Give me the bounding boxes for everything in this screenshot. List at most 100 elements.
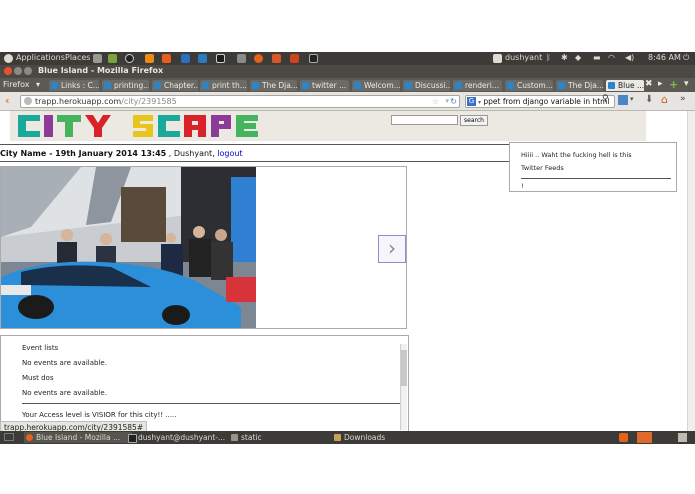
event-lists-title: Event lists xyxy=(22,344,59,352)
show-desktop-icon[interactable] xyxy=(4,433,14,441)
terminal-icon[interactable] xyxy=(309,54,318,63)
vlc-icon[interactable] xyxy=(145,54,154,63)
site-search-button[interactable]: search xyxy=(460,115,488,126)
events-scrollbar[interactable] xyxy=(400,344,407,430)
site-search-input[interactable] xyxy=(391,115,458,125)
firefox-launcher-icon[interactable] xyxy=(254,54,263,63)
reload-icon[interactable]: ↻ xyxy=(450,96,457,107)
tab-favicon-icon xyxy=(202,82,209,89)
city-scape-logo[interactable] xyxy=(10,111,280,141)
tab[interactable]: Chapter... xyxy=(152,80,198,91)
tab-favicon-icon xyxy=(405,82,412,89)
ubuntu-logo-icon[interactable] xyxy=(4,54,13,63)
folder-icon xyxy=(231,434,238,441)
tab-label: Links : C... xyxy=(61,81,99,90)
tab[interactable]: The Dja... xyxy=(556,80,603,91)
power-icon[interactable]: ⏻ xyxy=(683,53,689,63)
header-divider-bottom xyxy=(0,161,510,162)
bluetooth-icon-2[interactable]: ✱ xyxy=(561,53,568,62)
trash-icon[interactable] xyxy=(93,54,102,63)
monitor-icon[interactable] xyxy=(216,54,225,63)
toolbar-overflow-icon[interactable]: » xyxy=(680,94,686,104)
search-magnifier-icon[interactable]: ⚲ xyxy=(602,94,609,104)
taskbar-static[interactable]: static xyxy=(229,432,337,443)
app-launcher-icon[interactable] xyxy=(108,54,117,63)
url-bar[interactable]: trapp.herokuapp.com/city/2391585 ☆ ▾ ↻ xyxy=(20,95,460,108)
tab[interactable]: Blue ... xyxy=(606,80,644,91)
tab-favicon-icon xyxy=(252,82,259,89)
downloads-icon[interactable]: ⬇ xyxy=(645,94,653,105)
page-scrollbar[interactable] xyxy=(687,111,695,431)
tab-favicon-icon xyxy=(51,82,58,89)
tab-scroll-right-icon[interactable]: ▸ xyxy=(658,79,663,89)
firefox-menu-chevron-icon[interactable]: ▾ xyxy=(36,80,40,89)
home-icon[interactable]: ⌂ xyxy=(661,93,668,106)
search-engine-dropdown-icon[interactable]: ▾ xyxy=(478,99,481,106)
tab[interactable]: Links : C... xyxy=(49,80,99,91)
slider-next-button[interactable]: › xyxy=(378,235,406,263)
new-tab-icon[interactable]: + xyxy=(669,78,678,91)
chat-icon[interactable] xyxy=(493,54,502,63)
workspace-2-icon[interactable] xyxy=(637,432,652,443)
tab[interactable]: printing... xyxy=(102,80,149,91)
tab-favicon-icon xyxy=(608,82,615,89)
minimize-window-icon[interactable] xyxy=(14,67,22,75)
applications-menu[interactable]: Applications xyxy=(16,53,65,62)
taskbar-downloads[interactable]: Downloads xyxy=(332,432,440,443)
taskbar-static-label: static xyxy=(241,433,262,442)
close-window-icon[interactable] xyxy=(4,67,12,75)
keyboard-icon[interactable]: ▬ xyxy=(593,53,601,62)
wifi-icon[interactable]: ◠ xyxy=(608,53,615,62)
must-dos-empty: No events are available. xyxy=(22,389,107,397)
workspace-1-icon[interactable] xyxy=(619,433,628,442)
maximize-window-icon[interactable] xyxy=(24,67,32,75)
tab[interactable]: twitter ... xyxy=(300,80,349,91)
site-identity-icon[interactable] xyxy=(24,97,32,105)
user-name[interactable]: dushyant xyxy=(505,53,542,62)
window-title-bar[interactable]: Blue Island - Mozilla Firefox xyxy=(0,65,695,78)
events-scrollbar-thumb[interactable] xyxy=(401,350,407,386)
taskbar-terminal[interactable]: dushyant@dushyant-... xyxy=(126,432,234,443)
tab[interactable]: renderi... xyxy=(453,80,502,91)
app-icon-3[interactable] xyxy=(237,54,246,63)
tab-favicon-icon xyxy=(302,82,309,89)
skype-icon[interactable] xyxy=(198,54,207,63)
app-icon[interactable] xyxy=(162,54,171,63)
twitter-divider xyxy=(521,178,671,179)
tab[interactable]: Discussi... xyxy=(403,80,450,91)
twitter-message: Hiiii .. Waht the fucking hell is this xyxy=(521,151,632,159)
bluetooth-icon[interactable]: ᛒ xyxy=(546,53,551,62)
logout-link[interactable]: logout xyxy=(217,149,242,158)
url-dropdown-icon[interactable]: ▾ xyxy=(445,96,449,107)
tab-label: Discussi... xyxy=(415,81,450,90)
app-icon-2[interactable] xyxy=(181,54,190,63)
dropbox-icon[interactable]: ◆ xyxy=(575,53,581,62)
tab[interactable]: print th... xyxy=(200,80,247,91)
clock-time[interactable]: 8:46 AM xyxy=(648,53,681,62)
volume-icon[interactable]: ◀) xyxy=(625,53,634,62)
app-icon-5[interactable] xyxy=(290,54,299,63)
bookmark-star-icon[interactable]: ☆ xyxy=(432,96,439,107)
tab[interactable]: Custom... xyxy=(505,80,553,91)
taskbar-firefox[interactable]: Blue Island - Mozilla ... xyxy=(24,432,132,443)
tab[interactable]: Welcom... xyxy=(352,80,400,91)
addon-icon[interactable] xyxy=(618,95,628,105)
firefox-menu-button[interactable]: Firefox xyxy=(3,80,29,89)
tab-label: Chapter... xyxy=(164,81,198,90)
tab-list-icon[interactable]: ▾ xyxy=(684,79,689,89)
tab[interactable]: The Dja... xyxy=(250,80,297,91)
close-tab-icon[interactable]: ✖ xyxy=(645,79,653,89)
access-level-text: Your Access level is VISIOR for this cit… xyxy=(22,411,177,419)
tab-label: Custom... xyxy=(517,81,553,90)
site-banner: search xyxy=(10,111,646,141)
trash-icon[interactable] xyxy=(678,433,687,442)
user-greeting: , Dushyant, xyxy=(168,149,215,158)
back-icon[interactable]: ‹ xyxy=(5,94,10,107)
app-icon-4[interactable] xyxy=(272,54,281,63)
search-engine-icon[interactable]: G xyxy=(467,97,476,106)
tab-favicon-icon xyxy=(507,82,514,89)
addon-dropdown-icon[interactable]: ▾ xyxy=(630,95,634,103)
search-field[interactable]: G ▾ ppet from django variable in html xyxy=(465,95,615,108)
places-menu[interactable]: Places xyxy=(65,53,90,62)
clock-app-icon[interactable] xyxy=(125,54,134,63)
